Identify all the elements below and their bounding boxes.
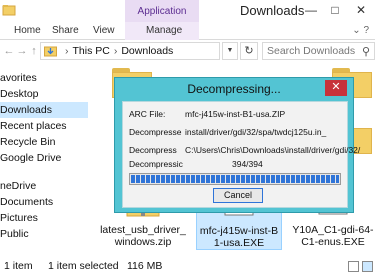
sidebar-item-downloads[interactable]: Downloads <box>0 102 88 118</box>
tab-home[interactable]: Home <box>14 25 41 36</box>
sidebar-item-google-drive[interactable]: Google Drive <box>0 150 88 166</box>
ribbon-help-icon[interactable]: ⌄ ? <box>352 25 369 36</box>
sidebar-item-favorites[interactable]: avorites <box>0 70 88 86</box>
folder-icon <box>2 5 16 16</box>
tab-manage[interactable]: Manage <box>146 25 182 36</box>
sidebar-item-desktop[interactable]: Desktop <box>0 86 88 102</box>
status-item-count: 1 item <box>4 260 33 272</box>
large-icons-view-icon[interactable] <box>362 261 373 272</box>
sidebar-item-recycle-bin[interactable]: Recycle Bin <box>0 134 88 150</box>
close-button[interactable]: ✕ <box>347 0 375 22</box>
sidebar-item-onedrive[interactable]: neDrive <box>0 178 88 194</box>
title-bar: Application Tools Downloads — □ ✕ <box>0 0 375 41</box>
decompress-count-value: 394/394 <box>232 159 263 169</box>
status-selected: 1 item selected <box>48 260 119 272</box>
refresh-icon[interactable]: ↻ <box>240 42 258 60</box>
decompress-count-row: Decompressic 394/394 <box>129 159 263 169</box>
sidebar-item-recent-places[interactable]: Recent places <box>0 118 88 134</box>
status-size: 116 MB <box>127 260 163 272</box>
maximize-button[interactable]: □ <box>323 0 347 22</box>
status-bar: 1 item 1 item selected 116 MB <box>0 258 375 275</box>
sidebar-item-documents[interactable]: Documents <box>0 194 88 210</box>
search-icon: ⚲ <box>361 46 370 58</box>
dialog-body: ARC File: mfc-j415w-inst-B1-usa.ZIP Decom… <box>122 101 360 208</box>
arc-file-row: ARC File: mfc-j415w-inst-B1-usa.ZIP <box>129 109 286 119</box>
ribbon-tabs: Home Share View Manage ⌄ ? <box>0 22 375 40</box>
address-dropdown-icon[interactable]: ▼ <box>222 42 238 60</box>
up-arrow-icon[interactable]: ↑ <box>27 44 41 58</box>
breadcrumb-this-pc[interactable]: This PC <box>73 45 110 57</box>
arc-file-value: mfc-j415w-inst-B1-usa.ZIP <box>185 109 286 119</box>
dialog-title: Decompressing... <box>187 82 281 96</box>
sidebar-item-pictures[interactable]: Pictures <box>0 210 88 226</box>
back-arrow-icon[interactable]: ← <box>2 44 16 58</box>
decompress-target-row: Decompress C:\Users\Chris\Downloads\insta… <box>129 145 361 155</box>
address-bar[interactable]: › This PC › Downloads <box>40 42 220 60</box>
navigation-pane: avorites Desktop Downloads Recent places… <box>0 64 90 258</box>
minimize-button[interactable]: — <box>299 0 323 22</box>
dialog-close-button[interactable]: ✕ <box>325 80 347 96</box>
decompress-dialog: Decompressing... ✕ ARC File: mfc-j415w-in… <box>114 77 360 213</box>
decompress-target-value: C:\Users\Chris\Downloads\install/driver/… <box>185 145 361 155</box>
tab-share[interactable]: Share <box>52 25 79 36</box>
breadcrumb-downloads[interactable]: Downloads <box>121 45 173 57</box>
downloads-folder-icon <box>44 46 57 57</box>
search-placeholder: Search Downloads <box>267 45 356 57</box>
decompress-source-row: Decompresse install/driver/gdi/32/spa/twd… <box>129 127 327 137</box>
window-controls: — □ ✕ <box>299 0 375 22</box>
window-title: Downloads <box>240 3 305 18</box>
progress-bar <box>129 173 341 185</box>
context-tab-application-tools[interactable]: Application Tools <box>125 0 199 41</box>
cancel-button[interactable]: Cancel <box>213 188 263 203</box>
search-input[interactable]: Search Downloads ⚲ <box>262 42 375 60</box>
details-view-icon[interactable] <box>348 261 359 272</box>
tab-view[interactable]: View <box>93 25 115 36</box>
navigation-bar: ← → ↑ › This PC › Downloads ▼ ↻ Search Down… <box>0 40 375 62</box>
breadcrumb-chevron-icon: › <box>65 45 69 57</box>
decompress-source-value: install/driver/gdi/32/spa/twdcj125u.in_ <box>185 127 327 137</box>
progress-fill <box>131 175 339 183</box>
breadcrumb-chevron-icon: › <box>113 45 118 57</box>
sidebar-item-public[interactable]: Public <box>0 226 88 242</box>
